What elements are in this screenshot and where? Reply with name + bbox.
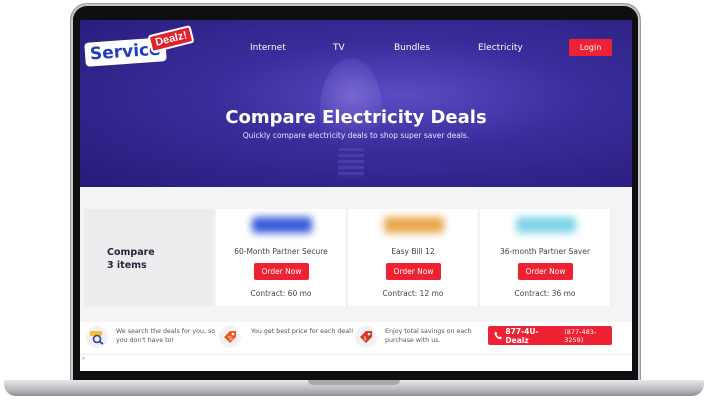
call-phone-button[interactable]: 877-4U-Dealz (877-483-3259) xyxy=(488,326,612,345)
plan-contract: Contract: 36 mo xyxy=(514,289,576,298)
plan-contract: Contract: 12 mo xyxy=(382,289,444,298)
feature-text: We search the deals for you, so you don'… xyxy=(116,328,216,344)
provider-logo xyxy=(516,217,576,233)
laptop-notch xyxy=(308,380,400,385)
plan-card: Easy Bill 12 Order Now Contract: 12 mo xyxy=(348,209,479,306)
plan-card: 60-Month Partner Secure Order Now Contra… xyxy=(216,209,347,306)
svg-text:$: $ xyxy=(364,336,367,342)
phone-number: (877-483-3259) xyxy=(564,327,597,344)
bottom-strip: ^ xyxy=(80,354,632,371)
chevron-up-icon[interactable]: ^ xyxy=(82,357,85,364)
plan-name: Easy Bill 12 xyxy=(391,247,435,256)
svg-text:%: % xyxy=(228,336,233,342)
provider-logo xyxy=(384,217,444,233)
compare-section: Compare 3 items 60-Month Partner Secure … xyxy=(80,187,632,322)
nav-item-internet[interactable]: Internet xyxy=(250,43,286,53)
nav-item-electricity[interactable]: Electricity xyxy=(478,43,523,53)
feature-text: Enjoy total savings on each purchase wit… xyxy=(385,328,472,344)
compare-count: Compare 3 items xyxy=(107,246,155,272)
login-button[interactable]: Login xyxy=(569,39,612,56)
nav-item-bundles[interactable]: Bundles xyxy=(394,43,430,53)
compare-label-line1: Compare xyxy=(107,247,155,258)
phone-name: 877-4U-Dealz xyxy=(505,326,539,345)
price-tag-icon: % xyxy=(219,326,241,348)
hero-banner: Service Dealz! Internet TV Bundles Elect… xyxy=(80,20,632,187)
feature-text: You get best price for each deal! xyxy=(251,328,354,335)
page-title: Compare Electricity Deals xyxy=(225,107,487,128)
provider-logo xyxy=(252,217,312,233)
order-now-button[interactable]: Order Now xyxy=(518,263,573,280)
features-bar: We search the deals for you, so you don'… xyxy=(80,322,632,354)
plan-name: 36-month Partner Saver xyxy=(499,247,591,256)
magnifier-deals-icon xyxy=(86,326,108,348)
order-now-button[interactable]: Order Now xyxy=(254,263,309,280)
page-subtitle: Quickly compare electricity deals to sho… xyxy=(242,131,470,140)
plan-card: 36-month Partner Saver Order Now Contrac… xyxy=(480,209,611,306)
laptop-screen: Service Dealz! Internet TV Bundles Elect… xyxy=(80,20,632,371)
phone-icon xyxy=(494,331,502,340)
main-nav: Internet TV Bundles Electricity xyxy=(80,43,632,57)
compare-label-line2: 3 items xyxy=(107,260,147,271)
plan-contract: Contract: 60 mo xyxy=(250,289,312,298)
plan-name: 60-Month Partner Secure xyxy=(234,247,328,256)
light-bulb-base xyxy=(338,148,364,178)
savings-tag-icon: $ xyxy=(355,326,377,348)
nav-item-tv[interactable]: TV xyxy=(333,43,345,53)
order-now-button[interactable]: Order Now xyxy=(386,263,441,280)
